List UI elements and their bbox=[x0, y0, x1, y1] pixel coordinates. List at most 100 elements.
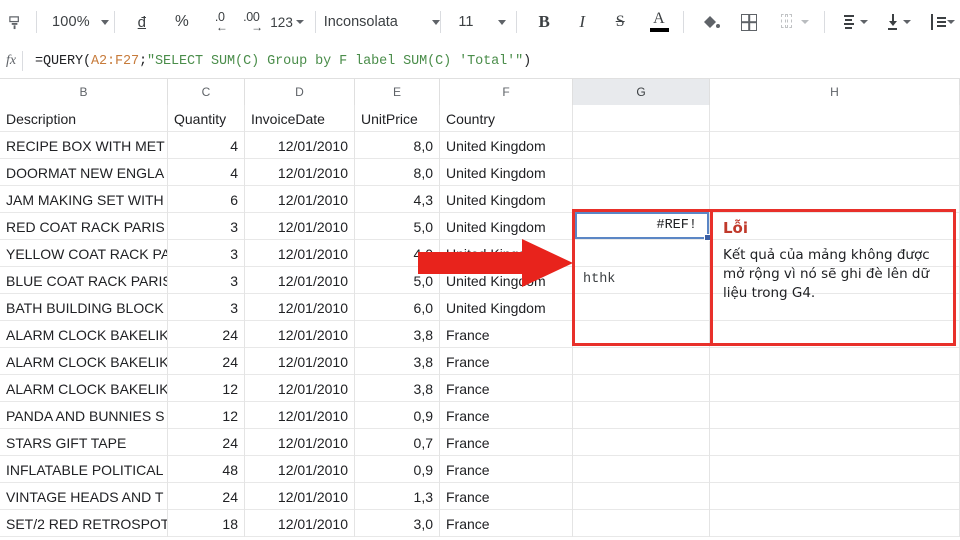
increase-decimal-button[interactable]: .00 → bbox=[237, 7, 265, 37]
cell-quantity[interactable]: 24 bbox=[168, 483, 245, 510]
number-format-dropdown[interactable]: 123 bbox=[269, 7, 304, 37]
cell-g[interactable] bbox=[573, 429, 710, 456]
cell-h[interactable] bbox=[710, 402, 960, 429]
cell-quantity[interactable]: 4 bbox=[168, 159, 245, 186]
cell-country[interactable]: United Kingdom bbox=[440, 186, 573, 213]
text-wrap-button[interactable] bbox=[926, 7, 960, 37]
cell-h[interactable] bbox=[710, 159, 960, 186]
cell-quantity[interactable]: 12 bbox=[168, 375, 245, 402]
zoom-dropdown[interactable]: 100% bbox=[45, 7, 106, 37]
fill-color-button[interactable] bbox=[698, 7, 724, 37]
currency-format-button[interactable]: đ bbox=[129, 7, 155, 37]
cell-unitprice[interactable]: 0,9 bbox=[355, 402, 440, 429]
formula-input[interactable]: =QUERY(A2:F27;"SELECT SUM(C) Group by F … bbox=[23, 54, 531, 69]
cell-invoicedate[interactable]: 12/01/2010 bbox=[245, 240, 355, 267]
column-header-f[interactable]: F bbox=[440, 79, 573, 105]
cell-invoicedate[interactable]: 12/01/2010 bbox=[245, 132, 355, 159]
merge-cells-button[interactable] bbox=[776, 7, 813, 37]
cell-description[interactable]: SET/2 RED RETROSPOT bbox=[0, 510, 168, 537]
font-family-dropdown[interactable]: Inconsolata bbox=[324, 7, 430, 37]
cell-invoicedate[interactable]: 12/01/2010 bbox=[245, 267, 355, 294]
cell-country[interactable]: France bbox=[440, 483, 573, 510]
cell-quantity[interactable]: 4 bbox=[168, 132, 245, 159]
cell-description[interactable]: ALARM CLOCK BAKELIK bbox=[0, 321, 168, 348]
cell-country[interactable]: United Kingdom bbox=[440, 132, 573, 159]
cell-g5-text[interactable]: hthk bbox=[575, 266, 709, 293]
cell-quantity[interactable]: 18 bbox=[168, 510, 245, 537]
cell-h[interactable] bbox=[710, 321, 960, 348]
cell-unitprice-header[interactable]: UnitPrice bbox=[355, 105, 440, 132]
horizontal-align-button[interactable] bbox=[839, 7, 873, 37]
bold-button[interactable]: B bbox=[531, 7, 557, 37]
cell-g[interactable] bbox=[573, 402, 710, 429]
cell-unitprice[interactable]: 4,3 bbox=[355, 186, 440, 213]
cell-invoicedate[interactable]: 12/01/2010 bbox=[245, 402, 355, 429]
cell-unitprice[interactable]: 3,0 bbox=[355, 510, 440, 537]
cell-description[interactable]: ALARM CLOCK BAKELIK bbox=[0, 348, 168, 375]
cell-country-header[interactable]: Country bbox=[440, 105, 573, 132]
cell-country[interactable]: United Kingdom bbox=[440, 159, 573, 186]
cell-quantity[interactable]: 24 bbox=[168, 429, 245, 456]
column-header-h[interactable]: H bbox=[710, 79, 960, 105]
cell-h[interactable] bbox=[710, 510, 960, 537]
cell-invoicedate[interactable]: 12/01/2010 bbox=[245, 510, 355, 537]
cell-invoicedate[interactable]: 12/01/2010 bbox=[245, 321, 355, 348]
cell-description[interactable]: YELLOW COAT RACK PA bbox=[0, 240, 168, 267]
cell-g[interactable] bbox=[573, 186, 710, 213]
cell-unitprice[interactable]: 3,8 bbox=[355, 321, 440, 348]
cell-unitprice[interactable]: 6,0 bbox=[355, 294, 440, 321]
cell-description[interactable]: BATH BUILDING BLOCK bbox=[0, 294, 168, 321]
cell-g[interactable] bbox=[573, 132, 710, 159]
cell-unitprice[interactable]: 5,0 bbox=[355, 213, 440, 240]
cell-unitprice[interactable]: 3,8 bbox=[355, 348, 440, 375]
cell-g[interactable] bbox=[573, 510, 710, 537]
font-size-dropdown[interactable]: 11 bbox=[449, 7, 505, 37]
cell-country[interactable]: France bbox=[440, 456, 573, 483]
cell-g[interactable] bbox=[573, 321, 710, 348]
cell-country[interactable]: France bbox=[440, 402, 573, 429]
cell-description[interactable]: STARS GIFT TAPE bbox=[0, 429, 168, 456]
cell-g[interactable] bbox=[573, 375, 710, 402]
cell-invoicedate[interactable]: 12/01/2010 bbox=[245, 294, 355, 321]
cell-country[interactable]: France bbox=[440, 510, 573, 537]
strikethrough-button[interactable]: S bbox=[607, 7, 633, 37]
cell-quantity[interactable]: 3 bbox=[168, 240, 245, 267]
cell-h[interactable] bbox=[710, 456, 960, 483]
cell-unitprice[interactable]: 3,8 bbox=[355, 375, 440, 402]
cell-g-header[interactable] bbox=[573, 105, 710, 132]
column-header-e[interactable]: E bbox=[355, 79, 440, 105]
cell-h[interactable] bbox=[710, 375, 960, 402]
borders-button[interactable] bbox=[736, 7, 762, 37]
cell-quantity[interactable]: 6 bbox=[168, 186, 245, 213]
cell-invoicedate[interactable]: 12/01/2010 bbox=[245, 375, 355, 402]
cell-unitprice[interactable]: 8,0 bbox=[355, 132, 440, 159]
cell-quantity[interactable]: 24 bbox=[168, 348, 245, 375]
cell-quantity[interactable]: 48 bbox=[168, 456, 245, 483]
cell-h[interactable] bbox=[710, 429, 960, 456]
cell-quantity-header[interactable]: Quantity bbox=[168, 105, 245, 132]
cell-description[interactable]: DOORMAT NEW ENGLA bbox=[0, 159, 168, 186]
cell-invoicedate[interactable]: 12/01/2010 bbox=[245, 213, 355, 240]
cell-description[interactable]: RECIPE BOX WITH MET bbox=[0, 132, 168, 159]
cell-description[interactable]: JAM MAKING SET WITH bbox=[0, 186, 168, 213]
cell-country[interactable]: France bbox=[440, 321, 573, 348]
cell-quantity[interactable]: 24 bbox=[168, 321, 245, 348]
cell-invoicedate[interactable]: 12/01/2010 bbox=[245, 186, 355, 213]
cell-description[interactable]: VINTAGE HEADS AND T bbox=[0, 483, 168, 510]
text-color-button[interactable]: A bbox=[645, 7, 671, 37]
formula-bar[interactable]: fx =QUERY(A2:F27;"SELECT SUM(C) Group by… bbox=[0, 44, 960, 79]
cell-invoicedate-header[interactable]: InvoiceDate bbox=[245, 105, 355, 132]
cell-country[interactable]: France bbox=[440, 429, 573, 456]
column-header-d[interactable]: D bbox=[245, 79, 355, 105]
cell-h[interactable] bbox=[710, 186, 960, 213]
percent-format-button[interactable]: % bbox=[169, 7, 195, 37]
cell-invoicedate[interactable]: 12/01/2010 bbox=[245, 429, 355, 456]
cell-h[interactable] bbox=[710, 348, 960, 375]
cell-h[interactable] bbox=[710, 132, 960, 159]
decrease-decimal-button[interactable]: .0 ← bbox=[209, 7, 237, 37]
cell-invoicedate[interactable]: 12/01/2010 bbox=[245, 483, 355, 510]
cell-country[interactable]: France bbox=[440, 375, 573, 402]
cell-description[interactable]: INFLATABLE POLITICAL bbox=[0, 456, 168, 483]
cell-quantity[interactable]: 3 bbox=[168, 294, 245, 321]
cell-h[interactable] bbox=[710, 483, 960, 510]
